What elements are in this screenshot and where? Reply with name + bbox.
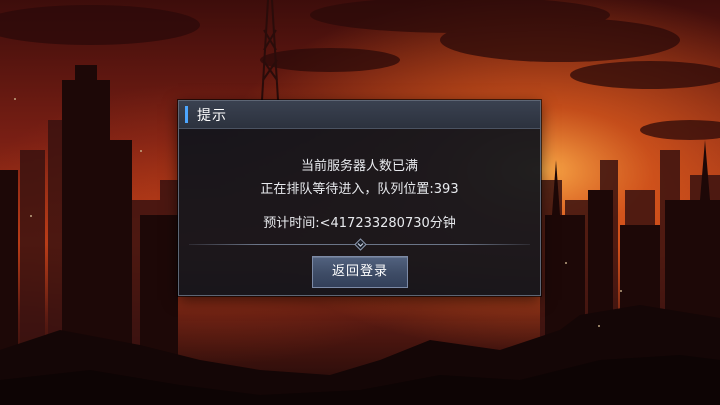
server-full-message: 当前服务器人数已满 bbox=[300, 159, 418, 174]
header-accent-bar bbox=[185, 106, 188, 123]
dialog-header: 提示 bbox=[179, 101, 540, 129]
estimated-time-message: 预计时间:<417233280730分钟 bbox=[263, 216, 456, 231]
queue-dialog: 提示 当前服务器人数已满 正在排队等待进入，队列位置:393 预计时间:<417… bbox=[178, 100, 541, 296]
return-to-login-button[interactable]: 返回登录 bbox=[312, 256, 408, 288]
queue-position-message: 正在排队等待进入，队列位置:393 bbox=[260, 182, 459, 197]
chevron-diamond-icon bbox=[354, 238, 367, 251]
dialog-title: 提示 bbox=[197, 108, 227, 124]
